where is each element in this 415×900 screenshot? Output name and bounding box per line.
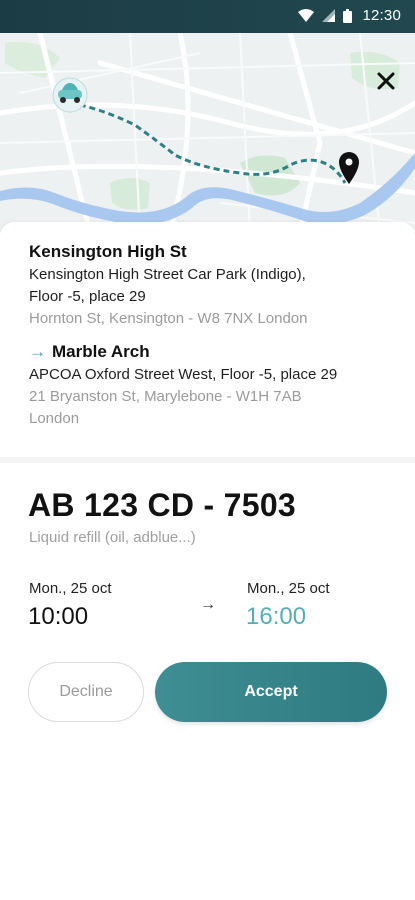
status-bar: 12:30 — [0, 0, 415, 33]
origin-title: Kensington High St — [29, 242, 187, 261]
wifi-icon — [298, 9, 315, 22]
origin-address: Hornton St, Kensington - W8 7NX London — [29, 310, 308, 327]
close-button[interactable] — [366, 61, 406, 101]
destination-place: APCOA Oxford Street West, Floor -5, plac… — [29, 366, 338, 383]
car-icon[interactable] — [52, 77, 88, 115]
start-date: Mon., 25 oct — [29, 580, 112, 597]
battery-icon — [343, 8, 353, 23]
destination-arrow-icon: → — [29, 342, 46, 361]
location-pin-icon[interactable] — [337, 151, 361, 185]
status-icons: 12:30 — [298, 7, 401, 24]
origin-floor: Floor -5, place 29 — [29, 288, 146, 305]
end-time: 16:00 — [246, 603, 307, 630]
close-icon[interactable] — [376, 71, 396, 91]
destination-address-line2: London — [29, 410, 80, 427]
end-date: Mon., 25 oct — [247, 580, 330, 597]
service-description: Liquid refill (oil, adblue...) — [29, 529, 196, 546]
section-divider — [0, 457, 415, 463]
origin-place: Kensington High Street Car Park (Indigo)… — [29, 266, 306, 283]
map-canvas — [0, 33, 415, 233]
signal-icon — [322, 9, 336, 22]
decline-button[interactable]: Decline — [28, 662, 144, 722]
route-map[interactable] — [0, 33, 415, 233]
start-time: 10:00 — [28, 603, 89, 630]
destination-address-line1: 21 Bryanston St, Marylebone - W1H 7AB — [29, 388, 302, 405]
route-card: Kensington High St Kensington High Stree… — [0, 222, 415, 457]
date-arrow-icon: → — [200, 596, 216, 613]
origin-block: Kensington High St Kensington High Stree… — [29, 242, 308, 330]
status-time: 12:30 — [362, 7, 401, 24]
destination-block: → Marble Arch APCOA Oxford Street West, F… — [29, 342, 337, 430]
license-plate: AB 123 CD - 7503 — [28, 487, 297, 523]
destination-title: Marble Arch — [52, 342, 150, 361]
accept-button[interactable]: Accept — [155, 662, 387, 722]
